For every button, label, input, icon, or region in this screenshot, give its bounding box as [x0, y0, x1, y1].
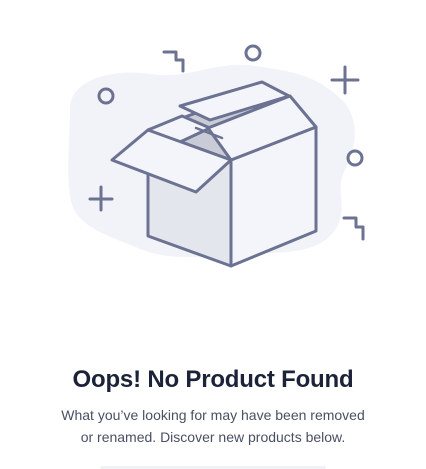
description-line: or renamed. Discover new products below. [80, 429, 346, 445]
description-line: What you’ve looking for may have been re… [61, 407, 365, 423]
plus-icon [330, 65, 360, 95]
zigzag-icon [162, 50, 185, 73]
circle-icon [244, 44, 262, 62]
empty-box-illustration [68, 44, 365, 268]
empty-state-description: What you’ve looking for may have been re… [0, 404, 426, 448]
empty-state-title: Oops! No Product Found [72, 366, 354, 393]
empty-state-page: Oops! No Product Found What you’ve looki… [0, 0, 426, 469]
zigzag-icon [342, 216, 365, 241]
